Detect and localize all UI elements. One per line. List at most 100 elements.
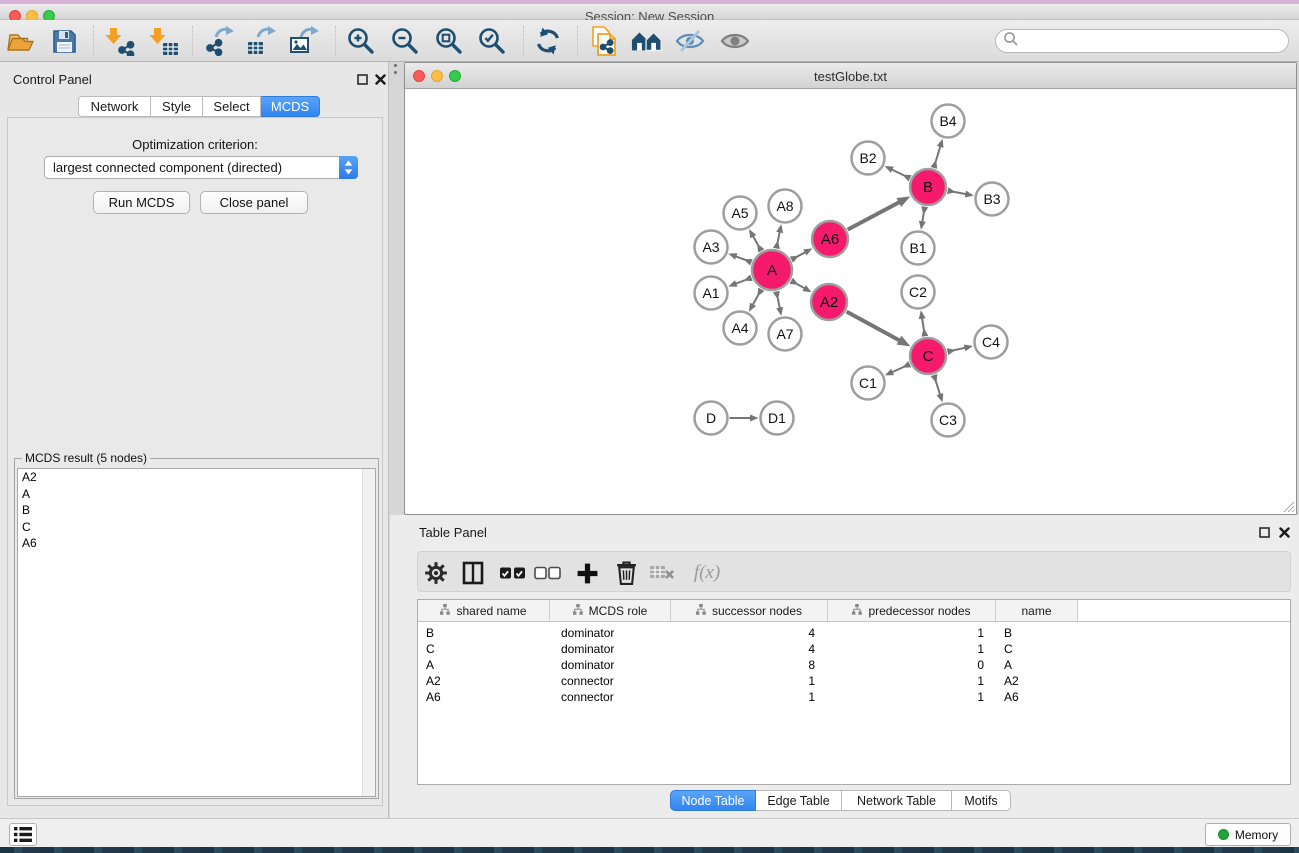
panel-splitter-handle[interactable] — [394, 64, 397, 80]
status-bar: Memory — [0, 818, 1299, 847]
column-header-MCDS-role[interactable]: MCDS role — [550, 600, 671, 621]
tab-network[interactable]: Network — [78, 96, 151, 117]
cell-shared-name: C — [418, 641, 550, 657]
export-image-icon[interactable] — [288, 25, 320, 57]
column-header-successor-nodes[interactable]: successor nodes — [671, 600, 828, 621]
node-C2[interactable]: C2 — [902, 276, 935, 309]
table-row[interactable]: Cdominator41C — [418, 641, 1290, 657]
float-panel-icon[interactable] — [356, 73, 369, 86]
column-header-name[interactable]: name — [996, 600, 1078, 621]
zoom-out-icon[interactable] — [389, 25, 421, 57]
mcds-result-list[interactable]: A2ABCA6 — [17, 468, 376, 797]
resize-grip-icon[interactable] — [1282, 500, 1295, 513]
node-A2[interactable]: A2 — [811, 284, 847, 320]
tab-mcds[interactable]: MCDS — [261, 96, 320, 117]
network-canvas[interactable]: B4 B2 B B3 A8 A5 A6 A3 B1 A A1 C2 A2 A4 A7 C4 C C1 D D1 C3 — [406, 90, 1296, 515]
result-item[interactable]: A — [18, 486, 375, 503]
show-all-icon[interactable] — [719, 25, 751, 57]
table-settings-icon[interactable] — [419, 556, 453, 590]
node-A1[interactable]: A1 — [695, 277, 728, 310]
export-network-icon[interactable] — [203, 25, 235, 57]
close-panel-icon[interactable] — [1278, 526, 1291, 539]
memory-button[interactable]: Memory — [1205, 823, 1291, 846]
table-row[interactable]: Adominator80A — [418, 657, 1290, 673]
node-A3[interactable]: A3 — [695, 231, 728, 264]
save-session-icon[interactable] — [48, 25, 80, 57]
export-table-icon[interactable] — [245, 25, 277, 57]
task-history-button[interactable] — [9, 823, 37, 846]
node-B3[interactable]: B3 — [976, 183, 1009, 216]
node-A4[interactable]: A4 — [724, 312, 757, 345]
zoom-fit-icon[interactable] — [433, 25, 465, 57]
tab-select[interactable]: Select — [203, 96, 261, 117]
node-A6[interactable]: A6 — [812, 221, 848, 257]
node-D1[interactable]: D1 — [761, 402, 794, 435]
float-panel-icon[interactable] — [1258, 526, 1271, 539]
column-visibility-icon[interactable] — [456, 556, 490, 590]
tab-node-table[interactable]: Node Table — [670, 790, 756, 811]
tab-edge-table[interactable]: Edge Table — [756, 790, 842, 811]
node-C4[interactable]: C4 — [975, 326, 1008, 359]
open-session-icon[interactable] — [4, 25, 36, 57]
node-C1[interactable]: C1 — [852, 367, 885, 400]
node-B[interactable]: B — [910, 169, 946, 205]
node-C3[interactable]: C3 — [932, 404, 965, 437]
refresh-icon[interactable] — [532, 25, 564, 57]
edge-A6-B[interactable] — [848, 202, 901, 230]
new-network-from-selection-icon[interactable] — [588, 25, 620, 57]
result-item[interactable]: A2 — [18, 469, 375, 486]
column-header-predecessor-nodes[interactable]: predecessor nodes — [828, 600, 996, 621]
tab-network-table[interactable]: Network Table — [842, 790, 952, 811]
edge-B-B2[interactable] — [891, 169, 905, 176]
deselect-all-rows-icon[interactable] — [531, 556, 565, 590]
control-panel-title: Control Panel — [13, 72, 92, 87]
delete-column-icon[interactable] — [609, 556, 643, 590]
tab-style[interactable]: Style — [151, 96, 203, 117]
network-window-title: testGlobe.txt — [405, 69, 1296, 84]
toolbar-separator — [577, 26, 578, 56]
cell-shared-name: A2 — [418, 673, 550, 689]
node-B4[interactable]: B4 — [932, 105, 965, 138]
result-item[interactable]: B — [18, 502, 375, 519]
node-B2[interactable]: B2 — [852, 142, 885, 175]
first-neighbors-icon[interactable] — [631, 25, 663, 57]
import-table-icon[interactable] — [148, 25, 180, 57]
close-panel-button[interactable]: Close panel — [200, 191, 308, 214]
node-A8[interactable]: A8 — [769, 190, 802, 223]
select-all-rows-icon[interactable] — [496, 556, 530, 590]
criterion-select[interactable]: largest connected component (directed) — [44, 156, 358, 179]
zoom-selected-icon[interactable] — [476, 25, 508, 57]
node-B1[interactable]: B1 — [902, 232, 935, 265]
node-A7[interactable]: A7 — [769, 318, 802, 351]
edge-B-B3[interactable] — [954, 192, 967, 195]
node-D[interactable]: D — [695, 402, 728, 435]
add-column-icon[interactable] — [570, 556, 604, 590]
table-row[interactable]: A6connector11A6 — [418, 689, 1290, 705]
node-A[interactable]: A — [752, 250, 792, 290]
edge-C-C1[interactable] — [891, 367, 904, 373]
zoom-in-icon[interactable] — [345, 25, 377, 57]
table-row[interactable]: Bdominator41B — [418, 625, 1290, 641]
edge-A2-C[interactable] — [847, 312, 901, 342]
desktop-strip-bottom — [0, 847, 1299, 853]
hide-selection-icon[interactable] — [674, 25, 706, 57]
node-table[interactable]: shared nameMCDS rolesuccessor nodesprede… — [417, 599, 1291, 785]
tab-motifs[interactable]: Motifs — [952, 790, 1011, 811]
cell-predecessor-nodes: 1 — [828, 625, 996, 641]
search-field[interactable] — [995, 29, 1289, 53]
result-item[interactable]: A6 — [18, 535, 375, 552]
close-panel-icon[interactable] — [374, 73, 387, 86]
import-network-icon[interactable] — [104, 25, 136, 57]
cell-successor-nodes: 1 — [671, 673, 828, 689]
cell-shared-name: B — [418, 625, 550, 641]
column-header-shared-name[interactable]: shared name — [418, 600, 550, 621]
edge-C-C3[interactable] — [936, 381, 941, 396]
node-A5[interactable]: A5 — [724, 197, 757, 230]
node-C[interactable]: C — [910, 338, 946, 374]
result-list-scrollbar[interactable] — [362, 469, 375, 796]
search-input[interactable] — [1023, 34, 1288, 48]
run-mcds-button[interactable]: Run MCDS — [93, 191, 190, 214]
result-item[interactable]: C — [18, 519, 375, 536]
table-row[interactable]: A2connector11A2 — [418, 673, 1290, 689]
edge-B-B4[interactable] — [936, 145, 941, 162]
